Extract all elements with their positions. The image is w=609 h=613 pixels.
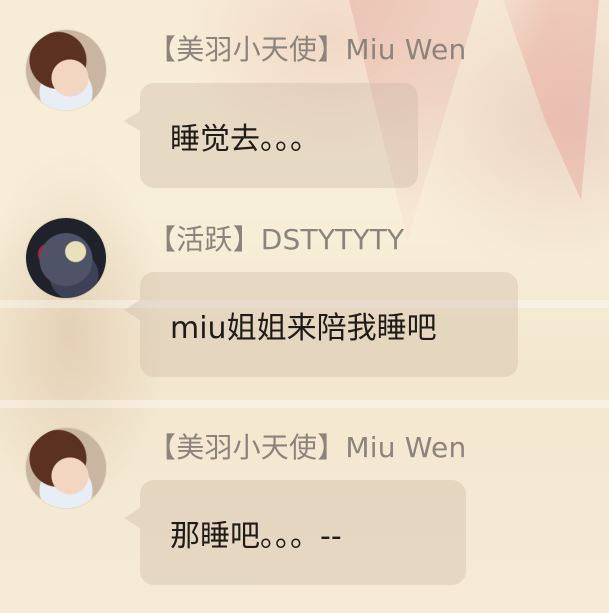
anime-girl-avatar[interactable] [26,428,106,508]
chat-message-list: 【美羽小天使】Miu Wen 睡觉去。。。 【活跃】DSTYTYTY miu姐姐… [0,0,609,613]
message-bubble[interactable]: 那睡吧。。。-- [124,480,466,585]
sender-name: 【美羽小天使】Miu Wen [148,431,467,464]
chat-message: 【美羽小天使】Miu Wen 那睡吧。。。-- [0,0,609,613]
